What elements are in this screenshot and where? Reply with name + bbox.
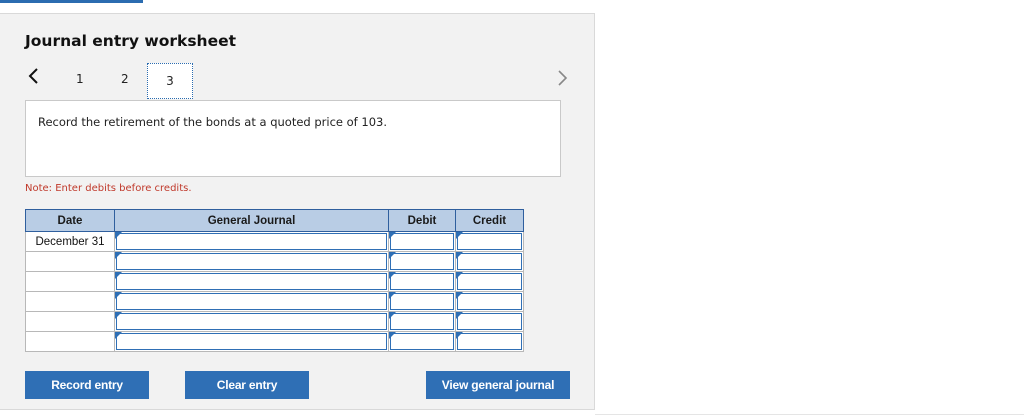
page-1-link[interactable]: 1 bbox=[76, 72, 84, 86]
journal-input-field[interactable] bbox=[116, 233, 387, 250]
credit-input-field[interactable] bbox=[457, 293, 522, 310]
journal-input[interactable] bbox=[114, 231, 389, 252]
page-3-link-current[interactable]: 3 bbox=[147, 63, 193, 99]
journal-input[interactable] bbox=[114, 331, 389, 352]
journal-input[interactable] bbox=[114, 271, 389, 292]
page-title: Journal entry worksheet bbox=[25, 32, 237, 50]
date-cell bbox=[25, 271, 115, 292]
dropdown-flag-icon bbox=[456, 252, 463, 259]
debit-input[interactable] bbox=[388, 311, 456, 332]
dropdown-flag-icon bbox=[115, 272, 122, 279]
credit-input-field[interactable] bbox=[457, 313, 522, 330]
debit-input-field[interactable] bbox=[390, 293, 454, 310]
dropdown-flag-icon bbox=[456, 292, 463, 299]
view-general-journal-button[interactable]: View general journal bbox=[426, 371, 570, 399]
credit-input-field[interactable] bbox=[457, 333, 522, 350]
credit-input[interactable] bbox=[455, 331, 524, 352]
dropdown-flag-icon bbox=[389, 252, 396, 259]
column-header-general-journal: General Journal bbox=[114, 209, 389, 232]
credit-input[interactable] bbox=[455, 271, 524, 292]
table-header-row: Date General Journal Debit Credit bbox=[25, 209, 524, 232]
table-row bbox=[25, 271, 524, 292]
chevron-right-icon[interactable] bbox=[555, 68, 569, 88]
journal-input[interactable] bbox=[114, 251, 389, 272]
credit-input[interactable] bbox=[455, 251, 524, 272]
dropdown-flag-icon bbox=[115, 232, 122, 239]
date-cell bbox=[25, 311, 115, 332]
journal-input-field[interactable] bbox=[116, 313, 387, 330]
chevron-left-icon[interactable] bbox=[27, 66, 41, 86]
dropdown-flag-icon bbox=[456, 332, 463, 339]
journal-input[interactable] bbox=[114, 311, 389, 332]
dropdown-flag-icon bbox=[115, 332, 122, 339]
dropdown-flag-icon bbox=[456, 272, 463, 279]
debit-input[interactable] bbox=[388, 231, 456, 252]
date-cell: December 31 bbox=[25, 231, 115, 252]
credit-input[interactable] bbox=[455, 311, 524, 332]
journal-input-field[interactable] bbox=[116, 253, 387, 270]
record-entry-button[interactable]: Record entry bbox=[25, 371, 149, 399]
clear-entry-button[interactable]: Clear entry bbox=[185, 371, 309, 399]
dropdown-flag-icon bbox=[389, 332, 396, 339]
date-cell bbox=[25, 291, 115, 312]
dropdown-flag-icon bbox=[115, 312, 122, 319]
debit-input-field[interactable] bbox=[390, 233, 454, 250]
dropdown-flag-icon bbox=[115, 292, 122, 299]
debit-input[interactable] bbox=[388, 251, 456, 272]
journal-input-field[interactable] bbox=[116, 333, 387, 350]
table-row bbox=[25, 291, 524, 312]
dropdown-flag-icon bbox=[115, 252, 122, 259]
table-row bbox=[25, 251, 524, 272]
top-accent-bar bbox=[0, 0, 143, 3]
dropdown-flag-icon bbox=[389, 292, 396, 299]
divider bbox=[595, 414, 1024, 415]
date-cell bbox=[25, 331, 115, 352]
table-row: December 31 bbox=[25, 231, 524, 252]
debit-input-field[interactable] bbox=[390, 313, 454, 330]
dropdown-flag-icon bbox=[389, 232, 396, 239]
debit-input-field[interactable] bbox=[390, 253, 454, 270]
column-header-date: Date bbox=[25, 209, 115, 232]
page-2-link[interactable]: 2 bbox=[121, 72, 129, 86]
journal-table: Date General Journal Debit Credit Decemb… bbox=[25, 209, 524, 352]
credit-input[interactable] bbox=[455, 291, 524, 312]
credit-input-field[interactable] bbox=[457, 273, 522, 290]
credit-input-field[interactable] bbox=[457, 253, 522, 270]
debit-input-field[interactable] bbox=[390, 273, 454, 290]
debit-input[interactable] bbox=[388, 331, 456, 352]
dropdown-flag-icon bbox=[456, 312, 463, 319]
table-row bbox=[25, 311, 524, 332]
dropdown-flag-icon bbox=[389, 272, 396, 279]
journal-input-field[interactable] bbox=[116, 273, 387, 290]
credit-input[interactable] bbox=[455, 231, 524, 252]
note-text: Note: Enter debits before credits. bbox=[25, 183, 192, 194]
instruction-text: Record the retirement of the bonds at a … bbox=[38, 115, 387, 129]
column-header-credit: Credit bbox=[455, 209, 524, 232]
table-row bbox=[25, 331, 524, 352]
dropdown-flag-icon bbox=[389, 312, 396, 319]
column-header-debit: Debit bbox=[388, 209, 456, 232]
debit-input[interactable] bbox=[388, 291, 456, 312]
credit-input-field[interactable] bbox=[457, 233, 522, 250]
journal-input-field[interactable] bbox=[116, 293, 387, 310]
dropdown-flag-icon bbox=[456, 232, 463, 239]
debit-input-field[interactable] bbox=[390, 333, 454, 350]
instruction-box: Record the retirement of the bonds at a … bbox=[25, 100, 561, 177]
date-cell bbox=[25, 251, 115, 272]
debit-input[interactable] bbox=[388, 271, 456, 292]
journal-input[interactable] bbox=[114, 291, 389, 312]
